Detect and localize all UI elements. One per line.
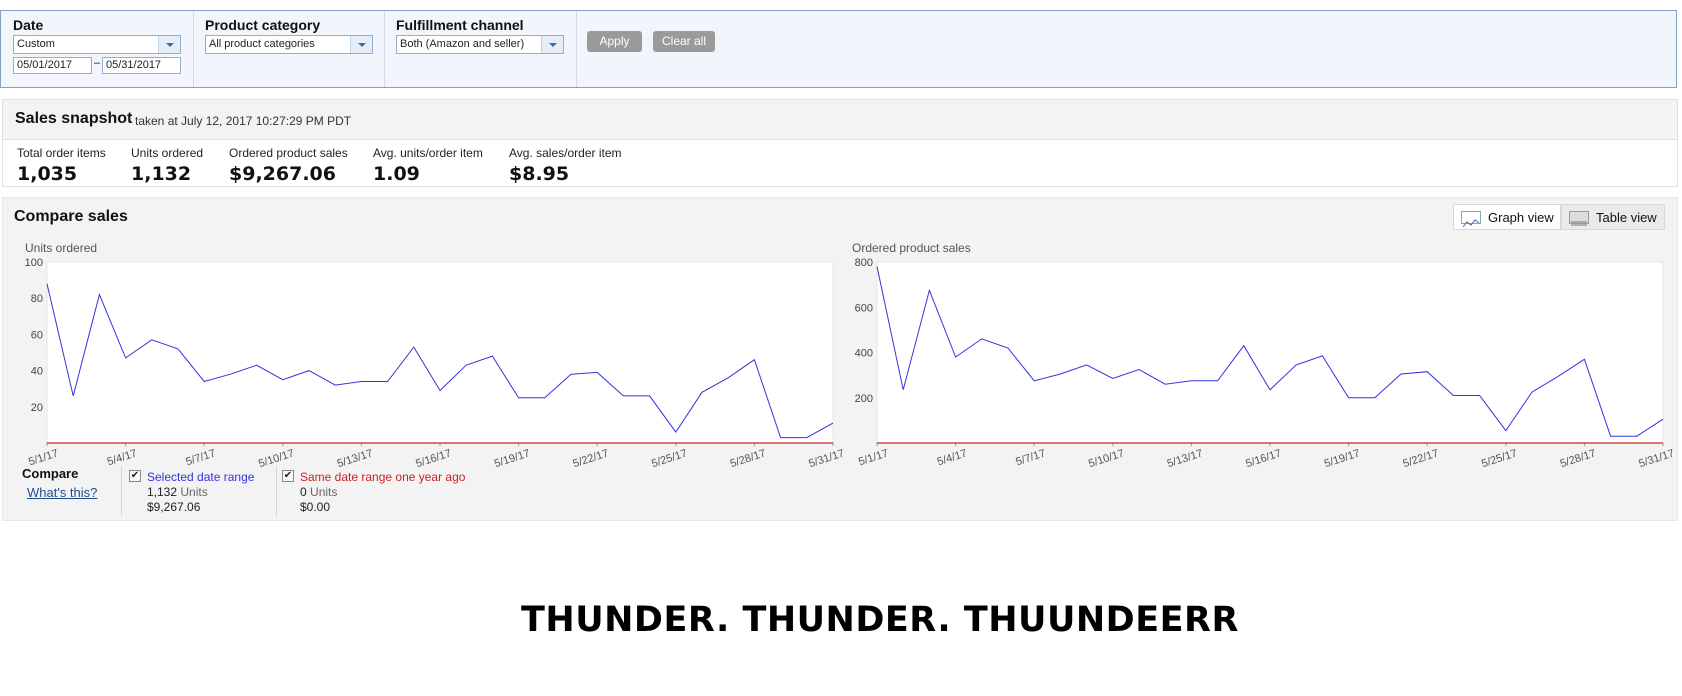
- chevron-down-icon: [158, 36, 180, 53]
- category-filter: Product category All product categories: [194, 11, 385, 87]
- metric-label: Total order items: [17, 146, 106, 160]
- y-tick-label: 800: [855, 257, 873, 269]
- y-tick-label: 600: [855, 302, 873, 314]
- date-filter: Date Custom 05/01/2017 – 05/31/2017: [1, 11, 194, 87]
- legend-divider: [276, 466, 277, 516]
- metric-value: 1,035: [17, 163, 78, 185]
- current-units-value: 1,132: [147, 485, 178, 499]
- legend-compare-title: Compare: [22, 466, 79, 481]
- chevron-down-icon: [541, 36, 563, 53]
- y-tick-label: 200: [855, 393, 873, 405]
- previous-sales: $0.00: [300, 500, 331, 514]
- current-units-label: Units: [180, 485, 208, 499]
- date-preset-select[interactable]: Custom: [13, 35, 181, 54]
- clear-all-button[interactable]: Clear all: [653, 31, 715, 52]
- metric-total-order-items: Total order items 1,035: [17, 146, 106, 185]
- x-tick-label: 5/1/17: [857, 447, 890, 468]
- filter-bar: Date Custom 05/01/2017 – 05/31/2017 Prod…: [0, 10, 1677, 88]
- compare-sales-panel: Compare sales Graph view Table view Unit…: [2, 197, 1678, 521]
- x-tick-label: 5/28/17: [1559, 447, 1598, 470]
- x-tick-label: 5/13/17: [1166, 447, 1205, 470]
- x-tick-label: 5/31/17: [1637, 447, 1676, 470]
- whats-this-link[interactable]: What's this?: [27, 485, 97, 500]
- previous-range-label: Same date range one year ago: [300, 470, 466, 484]
- current-units: 1,132 Units: [147, 485, 208, 499]
- date-separator: –: [94, 57, 101, 69]
- channel-filter: Fulfillment channel Both (Amazon and sel…: [385, 11, 577, 87]
- current-range-label: Selected date range: [147, 470, 255, 484]
- end-date-input[interactable]: 05/31/2017: [102, 57, 181, 74]
- metric-ordered-product-sales: Ordered product sales $9,267.06: [229, 146, 348, 185]
- meme-caption: THUNDER. THUNDER. THUUNDEERR: [521, 600, 1239, 640]
- current-sales: $9,267.06: [147, 500, 201, 514]
- legend-divider: [121, 466, 122, 516]
- current-range-checkbox[interactable]: ✔: [129, 470, 141, 482]
- x-tick-label: 5/10/17: [1087, 447, 1126, 470]
- x-tick-label: 5/19/17: [1323, 447, 1362, 470]
- category-value: All product categories: [209, 38, 315, 50]
- chevron-down-icon: [350, 36, 372, 53]
- snapshot-title: Sales snapshot: [15, 110, 133, 127]
- x-tick-label: 5/4/17: [936, 447, 969, 468]
- metric-value: $8.95: [509, 163, 570, 185]
- metric-label: Units ordered: [131, 146, 204, 160]
- previous-range-checkbox[interactable]: ✔: [282, 470, 294, 482]
- channel-filter-label: Fulfillment channel: [396, 17, 524, 33]
- metric-avg-sales: Avg. sales/order item $8.95: [509, 146, 622, 185]
- date-filter-label: Date: [13, 17, 44, 33]
- x-tick-label: 5/7/17: [1014, 447, 1047, 468]
- channel-value: Both (Amazon and seller): [400, 38, 525, 50]
- y-tick-label: 400: [855, 348, 873, 360]
- metric-value: 1,132: [131, 163, 192, 185]
- previous-units-value: 0: [300, 485, 307, 499]
- x-tick-label: 5/22/17: [1402, 447, 1441, 470]
- date-preset-value: Custom: [17, 38, 55, 50]
- snapshot-header: Sales snapshot taken at July 12, 2017 10…: [3, 100, 1677, 140]
- metric-value: $9,267.06: [229, 163, 336, 185]
- start-date-input[interactable]: 05/01/2017: [13, 57, 92, 74]
- metric-label: Avg. units/order item: [373, 146, 483, 160]
- snapshot-timestamp: taken at July 12, 2017 10:27:29 PM PDT: [135, 114, 352, 128]
- x-tick-label: 5/16/17: [1244, 447, 1283, 470]
- plot-area: [876, 261, 1664, 444]
- sales-snapshot: Sales snapshot taken at July 12, 2017 10…: [2, 99, 1678, 187]
- metric-label: Avg. sales/order item: [509, 146, 622, 160]
- x-tick-label: 5/25/17: [1480, 447, 1519, 470]
- category-select[interactable]: All product categories: [205, 35, 373, 54]
- previous-units: 0 Units: [300, 485, 337, 499]
- metric-value: 1.09: [373, 163, 420, 185]
- previous-units-label: Units: [310, 485, 338, 499]
- category-filter-label: Product category: [205, 17, 321, 33]
- channel-select[interactable]: Both (Amazon and seller): [396, 35, 564, 54]
- metric-label: Ordered product sales: [229, 146, 348, 160]
- metric-avg-units: Avg. units/order item 1.09: [373, 146, 483, 185]
- apply-button[interactable]: Apply: [587, 31, 642, 52]
- metric-units-ordered: Units ordered 1,132: [131, 146, 203, 185]
